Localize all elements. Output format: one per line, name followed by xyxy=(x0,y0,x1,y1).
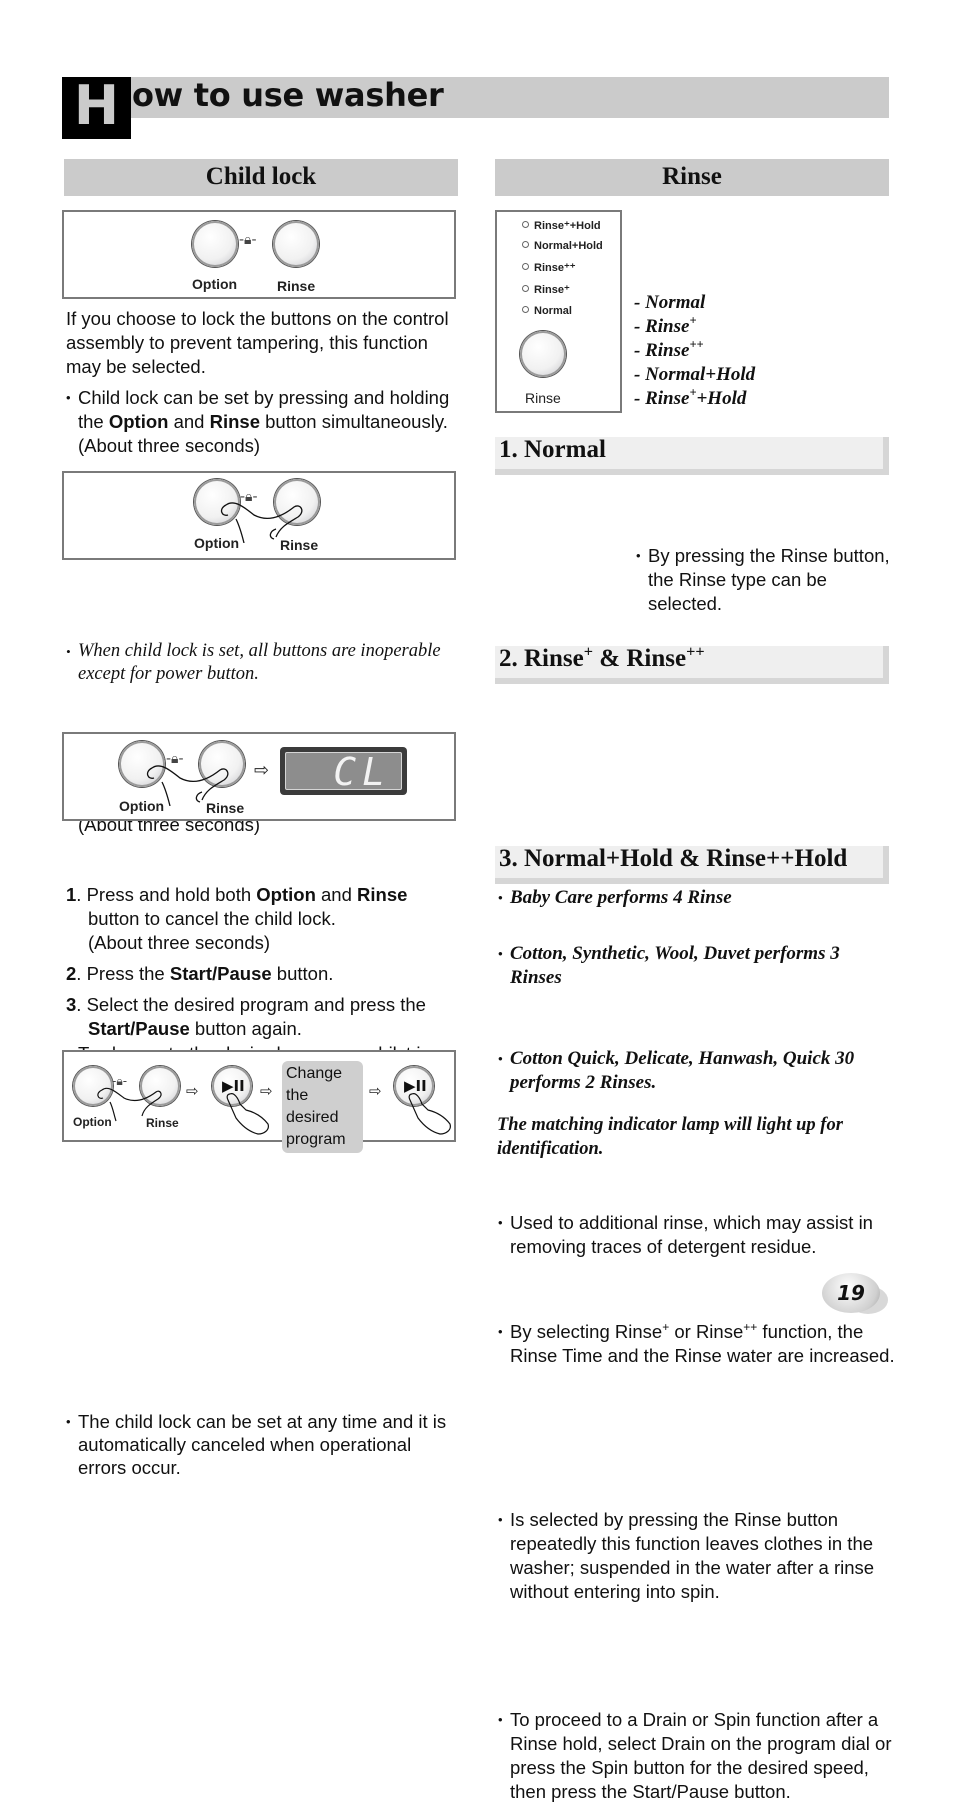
rinse-type-item: - Rinse++Hold xyxy=(634,386,884,411)
rinse-type-item: - Normal xyxy=(634,291,884,315)
change-program-box: Change the desired program xyxy=(282,1061,363,1153)
figure-child-lock-buttons: -🔒︎- Option Rinse xyxy=(62,210,456,299)
rinse-panel-figure: Rinse⁺+Hold Normal+Hold Rinse⁺⁺ Rinse⁺ N… xyxy=(495,210,622,413)
page-number: 19 xyxy=(822,1273,880,1313)
figure-press-both-buttons: -🔒︎- Option Rinse xyxy=(62,471,456,560)
rinse-label: Rinse xyxy=(280,537,319,553)
figure-child-lock-display: -🔒︎- Option Rinse ⇨ CL xyxy=(62,732,456,821)
text: button again. xyxy=(189,1018,302,1039)
step-number: 3 xyxy=(66,994,77,1015)
led-rinse-plus-plus: Rinse⁺⁺ xyxy=(522,261,576,274)
text: 2. Rinse xyxy=(499,645,584,672)
text: button to cancel the child lock. xyxy=(88,908,336,929)
option-label: Option xyxy=(192,276,238,292)
section-heading-child-lock: Child lock xyxy=(64,159,458,196)
led-rinse-plus-hold: Rinse⁺+Hold xyxy=(522,219,601,232)
text: button. xyxy=(271,963,334,984)
option-bold: Option xyxy=(256,884,316,905)
rinse-type-item: - Normal+Hold xyxy=(634,363,884,387)
step-2: 2. Press the Start/Pause button. xyxy=(66,962,451,986)
rinse-bold: Rinse xyxy=(357,884,408,905)
step-1: 1. Press and hold both Option and Rinse … xyxy=(66,883,451,955)
sup: ++ xyxy=(686,642,705,661)
text: - Normal+Hold xyxy=(634,364,756,385)
section-heading-rinse: Rinse xyxy=(495,159,889,196)
text: (About three seconds) xyxy=(88,932,271,953)
text: - Rinse xyxy=(634,388,690,409)
start-pause-bold: Start/Pause xyxy=(169,963,272,984)
text: - Rinse xyxy=(634,340,690,361)
hand-icon xyxy=(408,1093,451,1135)
rinse-button-icon xyxy=(520,331,566,377)
led-normal: Normal xyxy=(522,305,572,317)
step-number: 2 xyxy=(66,963,77,984)
normal-bullet: Baby Care performs 4 Rinse xyxy=(498,886,895,910)
step-number: 1 xyxy=(66,884,77,905)
section-heading-normal: 1. Normal xyxy=(495,437,889,475)
text: By selecting Rinse xyxy=(510,1321,663,1342)
text: or Rinse xyxy=(669,1321,744,1342)
text: and xyxy=(168,411,210,432)
rinse-type-item: - Rinse+ xyxy=(634,313,884,339)
arrow-right-icon: ⇨ xyxy=(186,1082,199,1100)
rinse-plus-bullet: By selecting Rinse+ or Rinse++ function,… xyxy=(498,1320,900,1368)
text: - Rinse xyxy=(634,316,690,337)
text: and xyxy=(315,884,358,905)
option-bold: Option xyxy=(108,411,169,432)
option-label: Option xyxy=(119,798,165,814)
child-lock-intro: If you choose to lock the buttons on the… xyxy=(66,308,449,377)
normal-bullet: Cotton Quick, Delicate, Hanwash, Quick 3… xyxy=(498,1047,895,1095)
child-lock-bullet-auto-cancel: The child lock can be set at any time an… xyxy=(66,1410,463,1479)
text: & Rinse xyxy=(593,645,687,672)
rinse-types-list: - Normal - Rinse+ - Rinse++ - Normal+Hol… xyxy=(634,291,884,411)
hold-bullet: Is selected by pressing the Rinse button… xyxy=(498,1508,902,1604)
text: +Hold xyxy=(696,388,747,409)
section-heading-hold: 3. Normal+Hold & Rinse++Hold xyxy=(495,846,889,884)
display-text: CL xyxy=(285,752,402,791)
arrow-right-icon: ⇨ xyxy=(254,760,270,781)
arrow-right-icon: ⇨ xyxy=(260,1082,273,1100)
rinse-button-icon xyxy=(273,221,319,267)
arrow-right-icon: ⇨ xyxy=(369,1082,382,1100)
page-title: ow to use washer xyxy=(132,76,444,114)
figure-change-program-sequence: -🔒︎- Option Rinse ⇨ ▶II ⇨ Change the des… xyxy=(62,1050,456,1153)
step-3: 3. Select the desired program and press … xyxy=(66,993,451,1041)
child-lock-bullet-set: Child lock can be set by pressing and ho… xyxy=(66,386,458,458)
text: . Press the xyxy=(76,963,170,984)
rinse-intro: By pressing the Rinse button, the Rinse … xyxy=(636,544,898,616)
text: . Select the desired program and press t… xyxy=(76,994,426,1015)
rinse-type-item: - Rinse++ xyxy=(634,337,884,363)
text: - Normal xyxy=(634,292,706,313)
option-button-icon xyxy=(192,221,238,267)
rinse-bold: Rinse xyxy=(209,411,260,432)
rinse-label: Rinse xyxy=(206,800,245,816)
text: . Press and hold both xyxy=(76,884,257,905)
sup: + xyxy=(689,313,697,328)
section-heading-rinse-plus: 2. Rinse+ & Rinse++ xyxy=(495,643,889,684)
rinse-plus-bullet: Used to additional rinse, which may assi… xyxy=(498,1211,900,1259)
lcd-display: CL xyxy=(280,747,407,795)
option-label: Option xyxy=(73,1115,112,1129)
sup: ++ xyxy=(743,1319,758,1334)
child-lock-note: When child lock is set, all buttons are … xyxy=(66,640,458,686)
sup: + xyxy=(583,642,593,661)
start-pause-bold: Start/Pause xyxy=(88,1018,190,1039)
normal-bullet: Cotton, Synthetic, Wool, Duvet performs … xyxy=(498,942,895,990)
sup: ++ xyxy=(689,337,704,352)
option-label: Option xyxy=(194,535,240,551)
lock-icon: -🔒︎- xyxy=(239,232,257,248)
title-initial: H xyxy=(62,77,131,139)
led-normal-hold: Normal+Hold xyxy=(522,240,603,252)
led-rinse-plus: Rinse⁺ xyxy=(522,283,570,296)
indicator-footnote: The matching indicator lamp will light u… xyxy=(497,1115,843,1159)
rinse-label: Rinse xyxy=(525,390,561,406)
hold-bullet: To proceed to a Drain or Spin function a… xyxy=(498,1708,902,1804)
rinse-label: Rinse xyxy=(277,278,316,294)
rinse-label: Rinse xyxy=(146,1116,179,1130)
